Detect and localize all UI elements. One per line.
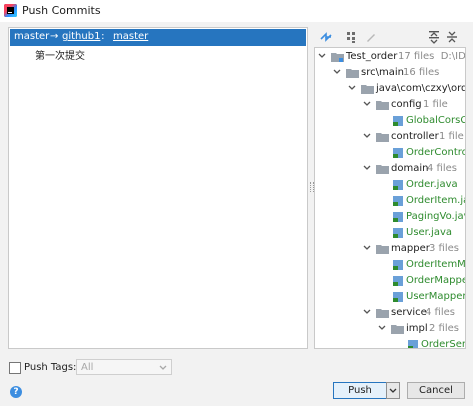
chevron-down-icon[interactable] (318, 53, 326, 59)
file-name: OrderItemMa (406, 259, 466, 270)
java-file-icon (408, 340, 418, 348)
group-by-icon[interactable] (345, 30, 359, 44)
collapse-all-icon[interactable] (445, 30, 459, 44)
chevron-down-icon[interactable] (378, 325, 386, 331)
title-bar: Push Commits (0, 0, 473, 22)
controller-info: 1 file (439, 131, 464, 142)
controller-name: controller (391, 131, 439, 142)
service-info: 4 files (425, 307, 455, 318)
domain-name: domain (391, 163, 429, 174)
java-file-icon (393, 212, 403, 222)
file-name: User.java (406, 227, 453, 238)
java-file-icon (393, 228, 403, 238)
remote-link[interactable]: github1 (62, 31, 100, 42)
push-options-button[interactable] (386, 382, 400, 399)
java-file-icon (393, 148, 403, 158)
arrow-icon: → (50, 31, 59, 42)
chevron-down-icon[interactable] (363, 309, 371, 315)
java-file-icon (393, 196, 403, 206)
src-main-name: src\main (361, 67, 404, 78)
tags-select-value: All (81, 362, 94, 373)
config-name: config (391, 99, 422, 110)
folder-icon (376, 101, 389, 110)
java-file-icon (393, 180, 403, 190)
help-icon[interactable]: ? (10, 386, 22, 398)
branch-separator: : (98, 31, 108, 42)
expand-all-icon[interactable] (427, 30, 441, 44)
config-info: 1 file (423, 99, 448, 110)
domain-info: 4 files (427, 163, 457, 174)
file-name: UserMapper.j (406, 291, 466, 302)
file-name: OrderControll (406, 147, 465, 158)
folder-icon (376, 245, 389, 254)
java-file-icon (393, 276, 403, 286)
target-branch-link[interactable]: master (113, 31, 148, 42)
file-name: GlobalCorsCo (406, 115, 465, 126)
mapper-info: 3 files (429, 243, 459, 254)
file-name: Order.java (406, 179, 458, 190)
chevron-down-icon[interactable] (363, 165, 371, 171)
changed-files-tree: Test_order 17 files D:\IDEA src\main 16 … (314, 47, 466, 349)
intellij-app-icon (4, 4, 17, 17)
folder-icon (391, 325, 404, 334)
folder-icon (376, 133, 389, 142)
folder-icon (361, 85, 374, 94)
chevron-down-icon[interactable] (363, 101, 371, 107)
chevron-down-icon[interactable] (348, 85, 356, 91)
root-name: Test_order (346, 51, 398, 62)
src-main-info: 16 files (403, 67, 440, 78)
chevron-down-icon (389, 388, 397, 393)
push-tags-label: Push Tags: (24, 362, 77, 373)
service-name: service (391, 307, 427, 318)
folder-icon (376, 309, 389, 318)
commits-panel: master → github1 : master 第一次提交 (8, 27, 308, 349)
chevron-down-icon[interactable] (333, 69, 341, 75)
java-file-icon (393, 292, 403, 302)
window-title: Push Commits (22, 4, 101, 17)
local-branch: master (14, 31, 50, 42)
file-name: OrderItem.java (406, 195, 465, 206)
file-name: OrderServ (421, 339, 466, 349)
edit-icon[interactable] (364, 30, 378, 44)
folder-icon (376, 165, 389, 174)
chevron-down-icon (159, 365, 167, 370)
file-name: PagingVo.java (406, 211, 465, 222)
impl-name: impl (406, 323, 428, 334)
root-info: 17 files D:\IDEA (398, 51, 466, 62)
cancel-button[interactable]: Cancel (407, 382, 465, 399)
chevron-down-icon[interactable] (363, 245, 371, 251)
file-name: OrderMapper. (406, 275, 465, 286)
mapper-name: mapper (391, 243, 430, 254)
branch-row[interactable]: master → github1 : master (10, 29, 306, 46)
tags-select[interactable]: All (76, 359, 172, 375)
impl-info: 2 files (429, 323, 459, 334)
java-file-icon (393, 116, 403, 126)
module-icon (331, 53, 344, 62)
commit-item[interactable]: 第一次提交 (35, 47, 85, 62)
show-diff-icon[interactable] (319, 30, 333, 44)
folder-icon (346, 69, 359, 78)
push-tags-checkbox[interactable] (9, 362, 21, 374)
push-button[interactable]: Push (333, 382, 387, 399)
package-name: java\com\czxy\order (376, 83, 465, 94)
chevron-down-icon[interactable] (363, 133, 371, 139)
java-file-icon (393, 260, 403, 270)
files-toolbar (314, 27, 466, 47)
